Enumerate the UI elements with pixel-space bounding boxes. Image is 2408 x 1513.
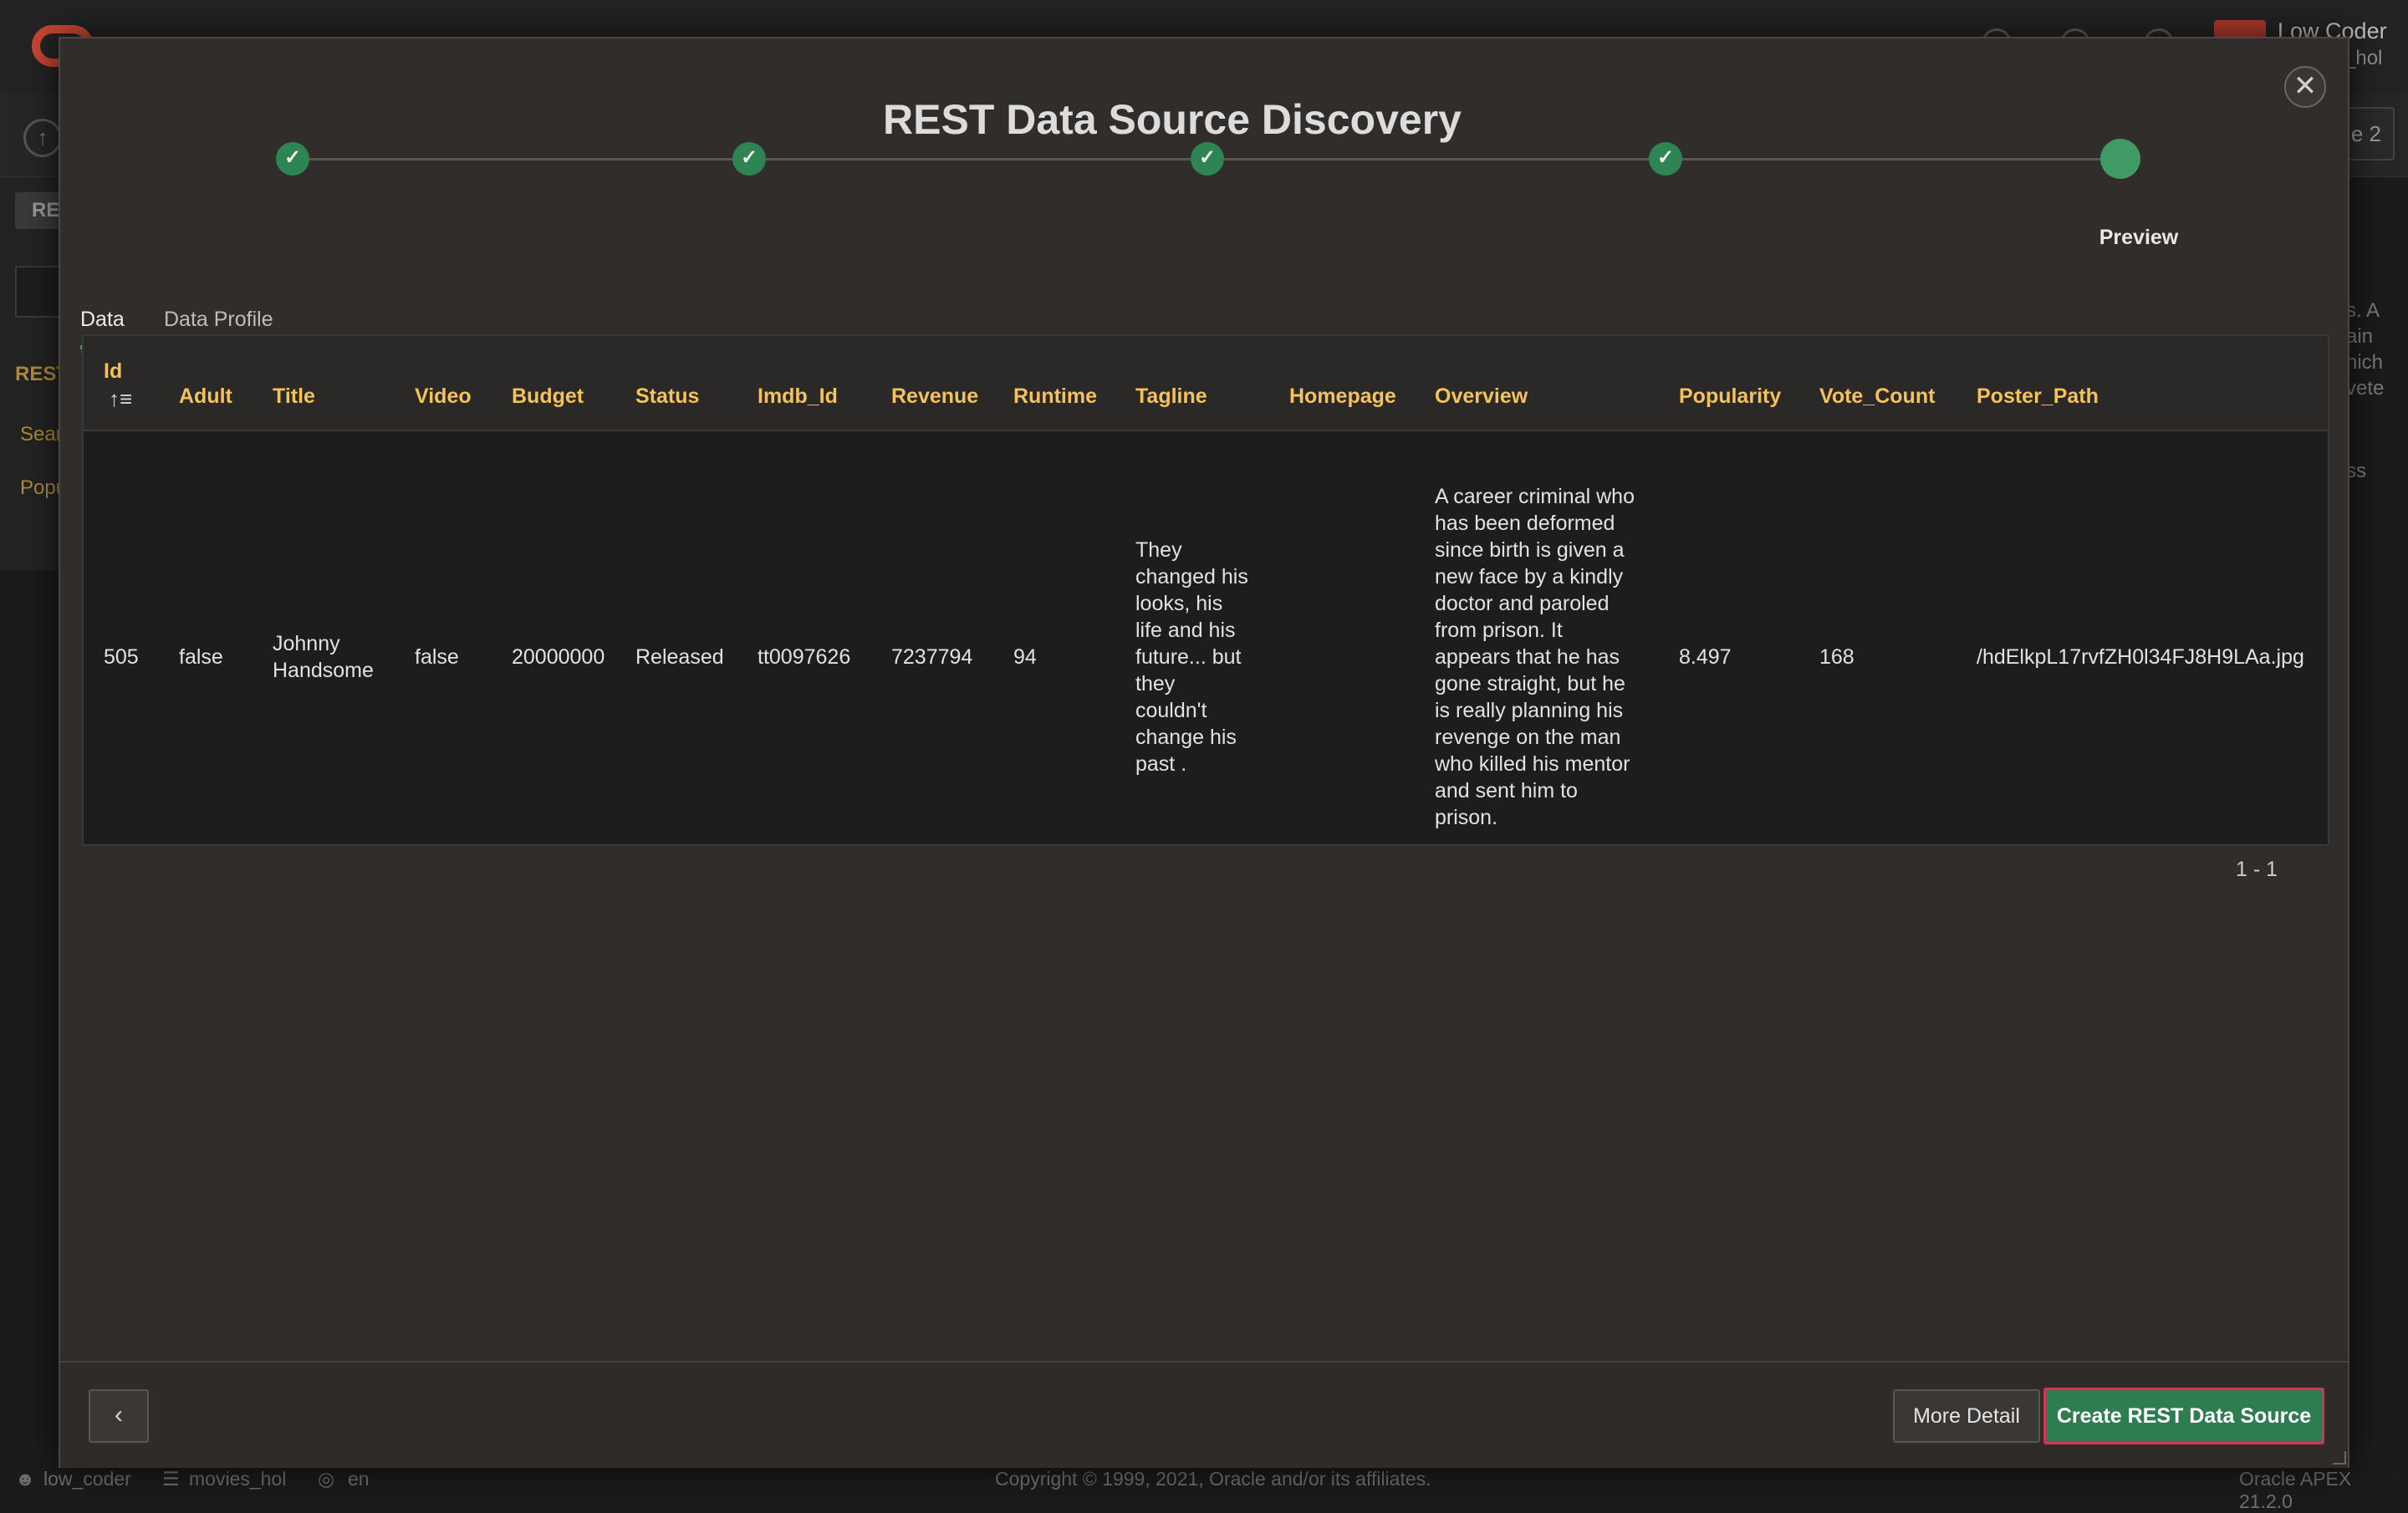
cell-poster-path: /hdElkpL17rvfZH0l34FJ8H9LAa.jpg bbox=[1977, 645, 2304, 669]
cell-overview-line: from prison. It bbox=[1435, 619, 1563, 642]
column-header[interactable]: Poster_Path bbox=[1977, 385, 2099, 409]
column-header[interactable]: Imdb_Id bbox=[758, 385, 838, 409]
sort-ascending-icon[interactable]: ↑≡ bbox=[109, 386, 132, 412]
background-text: ain bbox=[2346, 325, 2374, 348]
wizard-step-4: ✓ bbox=[1649, 142, 1682, 176]
cell-overview-line: doctor and paroled bbox=[1435, 592, 1610, 615]
cell-tagline-line: they bbox=[1135, 672, 1176, 695]
data-grid: Id ↑≡ Adult Title Video Budget Status Im… bbox=[82, 334, 2329, 846]
cell-title: Johnny Handsome bbox=[273, 630, 374, 684]
globe-icon: ◎ bbox=[318, 1468, 335, 1490]
more-detail-button[interactable]: More Detail bbox=[1893, 1389, 2040, 1443]
cell-popularity: 8.497 bbox=[1679, 645, 1732, 669]
column-header[interactable]: Tagline bbox=[1135, 385, 1207, 409]
cell-title-line: Handsome bbox=[273, 659, 374, 682]
create-rest-data-source-button[interactable]: Create REST Data Source bbox=[2043, 1388, 2324, 1444]
user-icon: ☻ bbox=[15, 1468, 36, 1490]
cell-revenue: 7237794 bbox=[891, 645, 973, 669]
pagination-info: 1 - 1 bbox=[2236, 858, 2278, 881]
cell-title-line: Johnny bbox=[273, 632, 340, 655]
column-header[interactable]: Budget bbox=[512, 385, 584, 409]
cell-budget: 20000000 bbox=[512, 645, 605, 669]
column-header[interactable]: Adult bbox=[179, 385, 232, 409]
database-icon: ☰ bbox=[162, 1468, 180, 1490]
copyright: Copyright © 1999, 2021, Oracle and/or it… bbox=[995, 1468, 1431, 1490]
background-text: ss bbox=[2346, 460, 2366, 482]
background-text: hich bbox=[2346, 351, 2384, 374]
rest-data-source-dialog: REST Data Source Discovery ✕ ✓ ✓ ✓ ✓ Pre… bbox=[59, 37, 2349, 1468]
cell-adult: false bbox=[179, 645, 223, 669]
column-header[interactable]: Homepage bbox=[1289, 385, 1396, 409]
resize-handle[interactable] bbox=[2333, 1451, 2346, 1465]
cell-imdb-id: tt0097626 bbox=[758, 645, 851, 669]
cell-tagline: They changed his looks, his life and his… bbox=[1135, 537, 1248, 777]
cell-tagline-line: change his bbox=[1135, 726, 1237, 749]
cell-tagline-line: They bbox=[1135, 538, 1182, 562]
cell-video: false bbox=[415, 645, 459, 669]
cell-status: Released bbox=[635, 645, 724, 669]
cell-tagline-line: past . bbox=[1135, 752, 1187, 776]
wizard-step-1: ✓ bbox=[276, 142, 309, 176]
cell-overview-line: A career criminal who bbox=[1435, 485, 1635, 508]
cell-tagline-line: future... but bbox=[1135, 645, 1242, 669]
cell-overview-line: has been deformed bbox=[1435, 512, 1615, 535]
column-header[interactable]: Popularity bbox=[1679, 385, 1781, 409]
cell-tagline-line: changed his bbox=[1135, 565, 1248, 588]
column-header[interactable]: Id bbox=[104, 359, 122, 384]
cell-overview-line: who killed his mentor bbox=[1435, 752, 1630, 776]
cell-overview: A career criminal who has been deformed … bbox=[1435, 483, 1635, 831]
column-header[interactable]: Overview bbox=[1435, 385, 1528, 409]
cell-overview-line: and sent him to bbox=[1435, 779, 1578, 802]
background-text: vete bbox=[2346, 377, 2385, 400]
wizard-step-3: ✓ bbox=[1191, 142, 1224, 176]
close-button[interactable]: ✕ bbox=[2284, 66, 2326, 108]
cell-overview-line: appears that he has bbox=[1435, 645, 1620, 669]
cell-overview-line: is really planning his bbox=[1435, 699, 1624, 722]
user-workspace: _hol bbox=[2344, 47, 2383, 69]
cell-overview-line: revenge on the man bbox=[1435, 726, 1621, 749]
cell-id: 505 bbox=[104, 645, 139, 669]
back-button[interactable]: ‹ bbox=[89, 1389, 149, 1443]
version: Oracle APEX 21.2.0 bbox=[2239, 1468, 2352, 1512]
cell-tagline-line: life and his bbox=[1135, 619, 1236, 642]
sidebar-link-search[interactable]: Sear bbox=[20, 423, 63, 446]
column-header[interactable]: Runtime bbox=[1013, 385, 1097, 409]
cell-runtime: 94 bbox=[1013, 645, 1037, 669]
column-header[interactable]: Title bbox=[273, 385, 315, 409]
grid-header: Id ↑≡ Adult Title Video Budget Status Im… bbox=[84, 336, 2328, 431]
column-header[interactable]: Status bbox=[635, 385, 699, 409]
cell-tagline-line: couldn't bbox=[1135, 699, 1207, 722]
dialog-footer: ‹ More Detail Create REST Data Source bbox=[60, 1361, 2348, 1468]
up-arrow-icon[interactable]: ↑ bbox=[23, 119, 62, 157]
cell-overview-line: since birth is given a bbox=[1435, 538, 1625, 562]
cell-overview-line: new face by a kindly bbox=[1435, 565, 1624, 588]
cell-tagline-line: looks, his bbox=[1135, 592, 1223, 615]
footer-user[interactable]: low_coder bbox=[43, 1468, 131, 1490]
wizard-step-2: ✓ bbox=[732, 142, 766, 176]
footer-language[interactable]: en bbox=[348, 1468, 370, 1490]
column-header[interactable]: Vote_Count bbox=[1819, 385, 1935, 409]
wizard-step-current bbox=[2100, 139, 2140, 179]
cell-overview-line: prison. bbox=[1435, 806, 1498, 829]
footer-schema[interactable]: movies_hol bbox=[189, 1468, 286, 1490]
column-header[interactable]: Revenue bbox=[891, 385, 978, 409]
column-header[interactable]: Video bbox=[415, 385, 472, 409]
wizard-step-label: Preview bbox=[2099, 226, 2179, 249]
cell-vote-count: 168 bbox=[1819, 645, 1854, 669]
cell-overview-line: gone straight, but he bbox=[1435, 672, 1625, 695]
dialog-title: REST Data Source Discovery bbox=[883, 96, 1462, 143]
background-text: s. A bbox=[2346, 299, 2380, 322]
